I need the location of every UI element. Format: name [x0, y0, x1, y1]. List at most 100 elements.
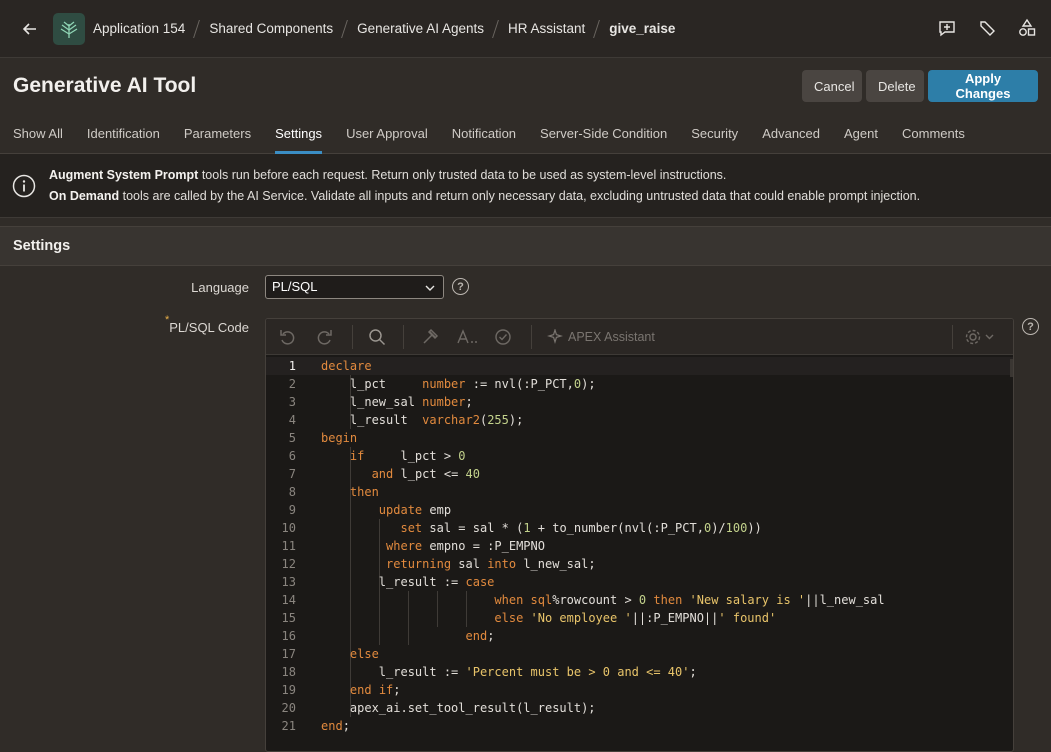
line-number: 2 [288, 377, 296, 391]
code-line[interactable]: 3 l_new_sal number; [266, 393, 1013, 411]
tab-comments[interactable]: Comments [902, 118, 965, 154]
wrench-icon[interactable] [973, 14, 1001, 42]
tab-agent[interactable]: Agent [844, 118, 878, 154]
code-text[interactable]: returning sal into l_new_sal; [321, 555, 596, 573]
top-toolbar-icons [933, 14, 1041, 42]
hammer-icon[interactable] [420, 327, 440, 347]
breadcrumb-shared-components[interactable]: Shared Components [209, 21, 333, 36]
code-text[interactable]: set sal = sal * (1 + to_number(nvl(:P_PC… [321, 519, 761, 537]
tab-identification[interactable]: Identification [87, 118, 160, 154]
sparkle-icon [547, 329, 563, 345]
line-number: 4 [288, 413, 296, 427]
code-line[interactable]: 10 set sal = sal * (1 + to_number(nvl(:P… [266, 519, 1013, 537]
line-number: 21 [281, 719, 296, 733]
code-line[interactable]: 15 else 'No employee '||:P_EMPNO||' foun… [266, 609, 1013, 627]
line-number: 15 [281, 611, 296, 625]
code-text[interactable]: else 'No employee '||:P_EMPNO||' found' [321, 609, 776, 627]
tab-bar: Show All Identification Parameters Setti… [0, 118, 1051, 154]
line-number: 7 [288, 467, 296, 481]
cancel-button[interactable]: Cancel [802, 70, 862, 102]
code-text[interactable]: and l_pct <= 40 [321, 465, 480, 483]
line-number: 14 [281, 593, 296, 607]
apex-assistant-label: APEX Assistant [568, 330, 655, 344]
validate-check-icon[interactable] [493, 327, 513, 347]
info-icon [12, 174, 36, 198]
code-line[interactable]: 2 l_pct number := nvl(:P_PCT,0); [266, 375, 1013, 393]
breadcrumb-application[interactable]: Application 154 [93, 21, 185, 36]
code-line[interactable]: 12 returning sal into l_new_sal; [266, 555, 1013, 573]
code-line[interactable]: 19 end if; [266, 681, 1013, 699]
code-text[interactable]: l_result := 'Percent must be > 0 and <= … [321, 663, 697, 681]
editor-scrollbar[interactable] [1010, 359, 1013, 377]
code-line[interactable]: 1 declare [266, 357, 1013, 375]
toolbar-divider [952, 325, 953, 349]
tab-security[interactable]: Security [691, 118, 738, 154]
code-text[interactable]: begin [321, 429, 357, 447]
code-line[interactable]: 7 and l_pct <= 40 [266, 465, 1013, 483]
app-logo-icon[interactable] [53, 12, 85, 45]
tab-server-side-condition[interactable]: Server-Side Condition [540, 118, 667, 154]
line-number: 18 [281, 665, 296, 679]
tab-notification[interactable]: Notification [452, 118, 516, 154]
tab-settings[interactable]: Settings [275, 118, 322, 154]
back-arrow-icon[interactable] [11, 10, 49, 48]
delete-button[interactable]: Delete [866, 70, 924, 102]
code-line[interactable]: 16 end; [266, 627, 1013, 645]
code-line[interactable]: 9 update emp [266, 501, 1013, 519]
code-text[interactable]: l_pct number := nvl(:P_PCT,0); [321, 375, 596, 393]
code-line[interactable]: 13 l_result := case [266, 573, 1013, 591]
code-line[interactable]: 14 when sql%rowcount > 0 then 'New salar… [266, 591, 1013, 609]
apex-assistant-button[interactable]: APEX Assistant [547, 329, 655, 345]
breadcrumb-current-page: give_raise [609, 21, 676, 36]
undo-icon[interactable] [278, 327, 298, 347]
tab-advanced[interactable]: Advanced [762, 118, 820, 154]
code-text[interactable]: end; [321, 717, 350, 735]
code-line[interactable]: 20 apex_ai.set_tool_result(l_result); [266, 699, 1013, 717]
code-line[interactable]: 4 l_result varchar2(255); [266, 411, 1013, 429]
format-case-icon[interactable] [456, 327, 480, 347]
code-help-icon[interactable]: ? [1022, 318, 1039, 335]
tab-user-approval[interactable]: User Approval [346, 118, 428, 154]
code-text[interactable]: end if; [321, 681, 401, 699]
breadcrumb-hr-assistant[interactable]: HR Assistant [508, 21, 585, 36]
line-number: 6 [288, 449, 296, 463]
code-text[interactable]: apex_ai.set_tool_result(l_result); [321, 699, 596, 717]
tab-show-all[interactable]: Show All [13, 118, 63, 154]
code-text[interactable]: l_result := case [321, 573, 495, 591]
code-line[interactable]: 11 where empno = :P_EMPNO [266, 537, 1013, 555]
code-text[interactable]: else [321, 645, 379, 663]
search-icon[interactable] [367, 327, 387, 347]
code-text[interactable]: l_result varchar2(255); [321, 411, 523, 429]
page-title: Generative AI Tool [13, 74, 197, 97]
code-text[interactable]: declare [321, 357, 372, 375]
code-editor[interactable]: APEX Assistant 1 declare 2 l_pct number :=… [265, 318, 1014, 752]
redo-icon[interactable] [314, 327, 334, 347]
language-help-icon[interactable]: ? [452, 278, 469, 295]
code-line[interactable]: 18 l_result := 'Percent must be > 0 and … [266, 663, 1013, 681]
tab-parameters[interactable]: Parameters [184, 118, 251, 154]
code-line[interactable]: 5 begin [266, 429, 1013, 447]
banner-line-system-prompt: Augment System Prompt tools run before e… [49, 168, 726, 182]
line-number: 3 [288, 395, 296, 409]
code-text[interactable]: when sql%rowcount > 0 then 'New salary i… [321, 591, 884, 609]
shapes-icon[interactable] [1013, 14, 1041, 42]
apply-changes-button[interactable]: Apply Changes [928, 70, 1038, 102]
code-content[interactable]: 1 declare 2 l_pct number := nvl(:P_PCT,0);… [266, 357, 1013, 735]
code-text[interactable]: l_new_sal number; [321, 393, 473, 411]
code-line[interactable]: 8 then [266, 483, 1013, 501]
code-text[interactable]: update emp [321, 501, 451, 519]
toolbar-divider [352, 325, 353, 349]
breadcrumb-generative-ai-agents[interactable]: Generative AI Agents [357, 21, 484, 36]
breadcrumb-separator [591, 19, 603, 39]
line-number: 16 [281, 629, 296, 643]
language-select[interactable]: PL/SQL [265, 275, 444, 299]
code-text[interactable]: then [321, 483, 379, 501]
gear-icon[interactable] [964, 327, 998, 347]
code-line[interactable]: 17 else [266, 645, 1013, 663]
code-line[interactable]: 21 end; [266, 717, 1013, 735]
code-text[interactable]: if l_pct > 0 [321, 447, 466, 465]
code-text[interactable]: end; [321, 627, 495, 645]
chat-add-icon[interactable] [933, 14, 961, 42]
code-line[interactable]: 6 if l_pct > 0 [266, 447, 1013, 465]
code-text[interactable]: where empno = :P_EMPNO [321, 537, 545, 555]
